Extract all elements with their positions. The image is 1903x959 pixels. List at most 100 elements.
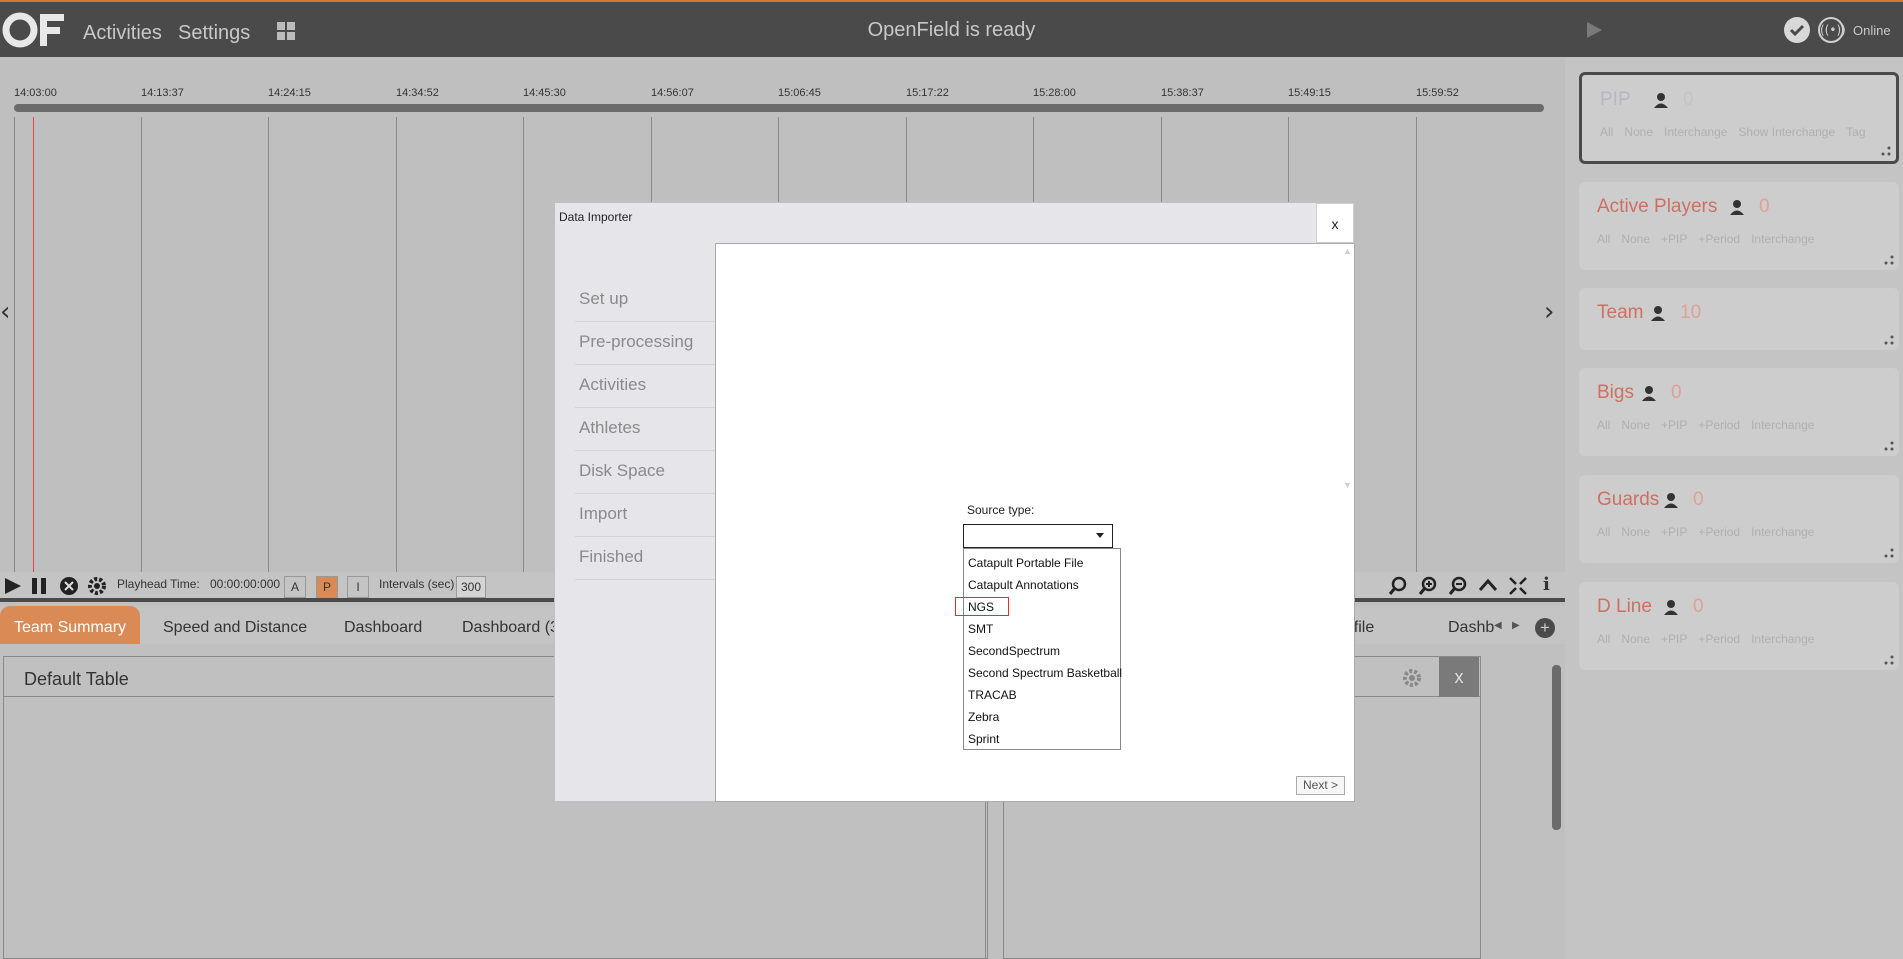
tick-label: 14:13:37 <box>141 87 184 99</box>
chevron-left-icon[interactable]: ‹ <box>0 297 10 327</box>
group-count: 0 <box>1683 89 1694 110</box>
gear-icon[interactable] <box>86 575 108 597</box>
group-card-bigs[interactable]: Bigs 0 All None +PIP +Period Interchange <box>1579 368 1899 456</box>
option-second-spectrum-basketball[interactable]: Second Spectrum Basketball <box>964 662 1122 684</box>
group-card-guards[interactable]: Guards 0 All None +PIP +Period Interchange <box>1579 475 1899 563</box>
compress-icon[interactable] <box>1507 575 1529 597</box>
action-none[interactable]: None <box>1621 525 1650 539</box>
action-interchange[interactable]: Interchange <box>1751 418 1814 432</box>
action-interchange[interactable]: Interchange <box>1751 632 1814 646</box>
action-show-interchange[interactable]: Show Interchange <box>1738 125 1835 139</box>
nav-settings[interactable]: Settings <box>178 22 250 45</box>
resize-handle-icon[interactable] <box>1883 254 1895 266</box>
action-add-pip[interactable]: +PIP <box>1661 632 1687 646</box>
action-add-pip[interactable]: +PIP <box>1661 525 1687 539</box>
close-panel-button[interactable]: x <box>1439 657 1479 697</box>
action-interchange[interactable]: Interchange <box>1664 125 1727 139</box>
option-sprint[interactable]: Sprint <box>964 728 1120 750</box>
action-all[interactable]: All <box>1597 418 1610 432</box>
info-icon[interactable]: i <box>1543 574 1550 595</box>
playhead-line[interactable] <box>33 117 34 572</box>
action-add-period[interactable]: +Period <box>1698 418 1740 432</box>
a-button[interactable]: A <box>284 576 306 598</box>
action-none[interactable]: None <box>1621 418 1650 432</box>
option-secondspectrum[interactable]: SecondSpectrum <box>964 640 1120 662</box>
resize-handle-icon[interactable] <box>1880 145 1892 157</box>
option-zebra[interactable]: Zebra <box>964 706 1120 728</box>
timeline-scrollbar[interactable] <box>14 104 1544 112</box>
stop-icon[interactable] <box>58 575 80 597</box>
option-catapult-annotations[interactable]: Catapult Annotations <box>964 574 1120 596</box>
zoom-in-icon[interactable] <box>1417 575 1439 597</box>
group-card-d-line[interactable]: D Line 0 All None +PIP +Period Interchange <box>1579 582 1899 670</box>
source-type-label: Source type: <box>967 503 1035 517</box>
search-icon[interactable] <box>1387 575 1409 597</box>
action-all[interactable]: All <box>1597 525 1610 539</box>
action-add-pip[interactable]: +PIP <box>1661 418 1687 432</box>
option-smt[interactable]: SMT <box>964 618 1120 640</box>
scroll-up-icon[interactable]: ▲ <box>1343 246 1352 256</box>
option-ngs[interactable]: NGS <box>964 596 1120 618</box>
intervals-input[interactable]: 300 <box>456 576 486 598</box>
person-icon <box>1654 93 1668 108</box>
group-actions: All None +PIP +Period Interchange <box>1597 418 1825 432</box>
action-all[interactable]: All <box>1597 232 1610 246</box>
tick-label: 14:34:52 <box>396 87 439 99</box>
resize-handle-icon[interactable] <box>1883 654 1895 666</box>
action-all[interactable]: All <box>1600 125 1613 139</box>
action-none[interactable]: None <box>1624 125 1653 139</box>
tab-dashboard[interactable]: Dashboard <box>330 606 436 644</box>
check-icon[interactable] <box>1784 17 1810 43</box>
tab-team-summary[interactable]: Team Summary <box>0 606 141 644</box>
group-actions: All None +PIP +Period Interchange <box>1597 632 1825 646</box>
action-interchange[interactable]: Interchange <box>1751 525 1814 539</box>
action-all[interactable]: All <box>1597 632 1610 646</box>
zoom-out-icon[interactable] <box>1447 575 1469 597</box>
play-icon[interactable] <box>2 575 24 597</box>
action-add-period[interactable]: +Period <box>1698 232 1740 246</box>
resize-handle-icon[interactable] <box>1883 547 1895 559</box>
tick-label: 15:06:45 <box>778 87 821 99</box>
grid-icon[interactable] <box>276 21 296 41</box>
panel-scrollbar[interactable] <box>1552 665 1561 830</box>
p-button[interactable]: P <box>316 576 338 598</box>
source-type-select[interactable] <box>963 524 1113 548</box>
signal-icon[interactable]: ((•)) <box>1818 17 1846 43</box>
action-none[interactable]: None <box>1621 232 1650 246</box>
resize-handle-icon[interactable] <box>1883 334 1895 346</box>
close-dialog-button[interactable]: x <box>1316 203 1354 243</box>
action-tag[interactable]: Tag <box>1846 125 1865 139</box>
grid-line <box>396 117 397 572</box>
tab-speed-and-distance[interactable]: Speed and Distance <box>149 606 321 644</box>
data-importer-dialog: Data Importer x Set up Pre-processing Ac… <box>554 202 1355 802</box>
pause-icon[interactable] <box>28 575 50 597</box>
collapse-up-icon[interactable] <box>1477 575 1499 597</box>
dialog-title: Data Importer <box>559 210 633 224</box>
action-add-pip[interactable]: +PIP <box>1661 232 1687 246</box>
group-card-pip[interactable]: PIP 0 All None Interchange Show Interchange… <box>1579 72 1899 164</box>
chevron-right-icon[interactable]: › <box>1544 297 1554 327</box>
resize-handle-icon[interactable] <box>1883 440 1895 452</box>
scroll-down-icon[interactable]: ▼ <box>1343 480 1352 490</box>
nav-activities[interactable]: Activities <box>83 22 162 45</box>
play-icon[interactable] <box>1584 20 1604 40</box>
step-finished: Finished <box>575 537 715 580</box>
next-button[interactable]: Next > <box>1296 776 1345 795</box>
add-tab-icon[interactable]: + <box>1535 618 1555 638</box>
tab-scroll-left-icon[interactable]: ◀ <box>1494 620 1502 631</box>
option-tracab[interactable]: TRACAB <box>964 684 1120 706</box>
group-card-active-players[interactable]: Active Players 0 All None +PIP +Period Inter… <box>1579 182 1899 270</box>
group-card-team[interactable]: Team 10 <box>1579 288 1899 350</box>
i-button[interactable]: I <box>347 576 369 598</box>
action-interchange[interactable]: Interchange <box>1751 232 1814 246</box>
option-catapult-portable-file[interactable]: Catapult Portable File <box>964 552 1120 574</box>
tick-label: 14:24:15 <box>268 87 311 99</box>
action-none[interactable]: None <box>1621 632 1650 646</box>
openfield-logo[interactable] <box>2 10 68 50</box>
action-add-period[interactable]: +Period <box>1698 632 1740 646</box>
group-count: 0 <box>1759 196 1770 217</box>
tab-scroll-right-icon[interactable]: ▶ <box>1512 620 1520 631</box>
gear-icon[interactable] <box>1401 667 1423 689</box>
tick-label: 15:38:37 <box>1161 87 1204 99</box>
action-add-period[interactable]: +Period <box>1698 525 1740 539</box>
